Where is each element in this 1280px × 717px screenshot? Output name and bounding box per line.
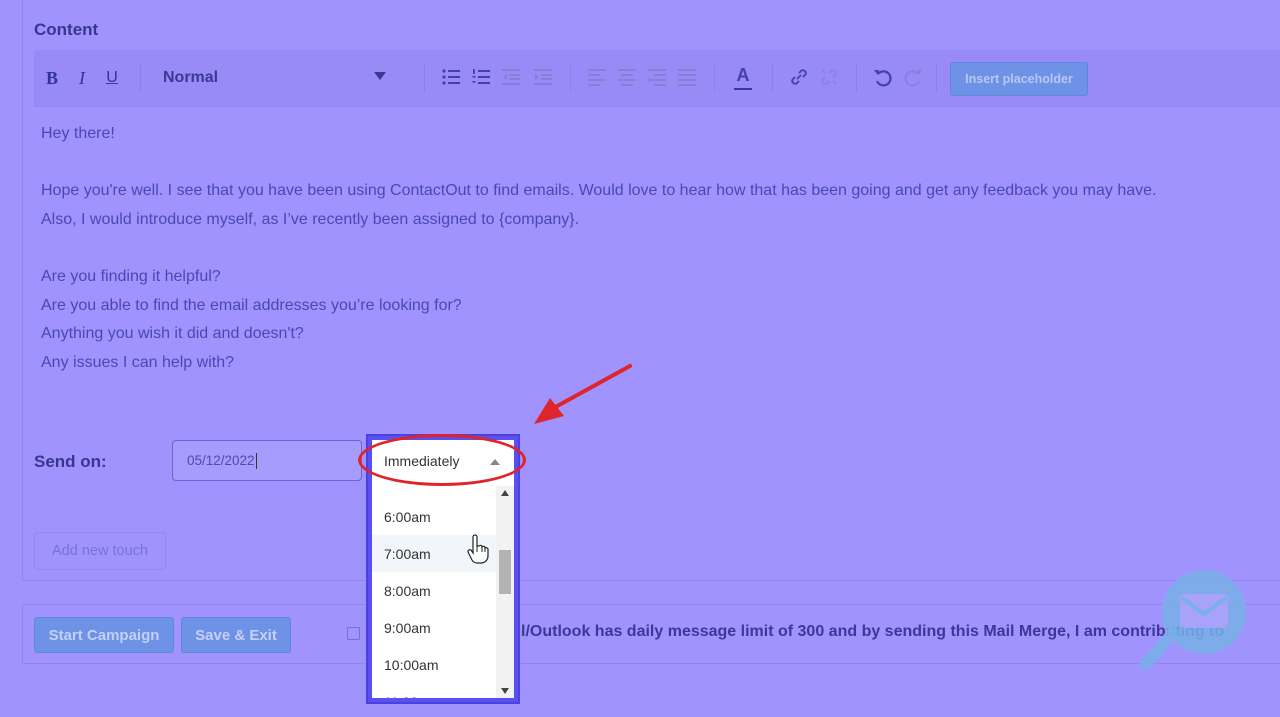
body-line: Hey there!: [41, 125, 115, 142]
send-on-label: Send on:: [34, 452, 107, 471]
text-color-glyph: A: [736, 65, 750, 85]
save-exit-button[interactable]: Save & Exit: [181, 617, 291, 653]
hand-cursor-icon: [467, 534, 489, 564]
limit-consent-checkbox[interactable]: [347, 627, 360, 640]
time-list-scrollbar[interactable]: [496, 486, 514, 698]
format-select-value: Normal: [163, 69, 219, 86]
toolbar-divider: [140, 64, 141, 92]
numbered-list-icon[interactable]: [470, 66, 492, 88]
body-line: Any issues I can help with?: [41, 353, 234, 371]
time-option[interactable]: 11:00am: [372, 683, 496, 699]
toolbar-divider: [714, 64, 715, 92]
time-option[interactable]: 8:00am: [372, 572, 496, 609]
limit-notice: Gmail/Outlook has daily message limit of…: [481, 623, 1225, 640]
bullet-list-icon[interactable]: [440, 66, 462, 88]
body-line: Are you finding it helpful?: [41, 267, 221, 285]
time-options-list: 6:00am 7:00am 8:00am 9:00am 10:00am 11:0…: [372, 486, 496, 698]
outdent-icon[interactable]: [500, 66, 522, 88]
start-campaign-button[interactable]: Start Campaign: [34, 617, 174, 653]
editor-toolbar: B I U Normal A Insert placeholder: [34, 50, 1280, 107]
annotation-arrow-icon: [534, 364, 632, 424]
scroll-up-icon[interactable]: [501, 490, 509, 496]
redo-icon[interactable]: [902, 66, 924, 88]
insert-placeholder-button[interactable]: Insert placeholder: [950, 62, 1088, 96]
bold-button[interactable]: B: [42, 50, 62, 106]
indent-icon[interactable]: [532, 66, 554, 88]
align-left-icon[interactable]: [586, 66, 608, 88]
underline-button[interactable]: U: [102, 50, 122, 106]
add-new-touch-button[interactable]: Add new touch: [34, 532, 166, 570]
text-color-icon[interactable]: A: [732, 64, 754, 92]
send-date-input[interactable]: 05/12/2022: [172, 440, 362, 481]
align-center-icon[interactable]: [616, 66, 638, 88]
body-line: Are you able to find the email addresses…: [41, 296, 462, 314]
chevron-down-icon: [374, 72, 386, 80]
format-select[interactable]: Normal: [152, 50, 392, 106]
toolbar-divider: [936, 64, 937, 92]
text-color-bar: [734, 88, 752, 90]
align-right-icon[interactable]: [646, 66, 668, 88]
time-option[interactable]: 10:00am: [372, 646, 496, 683]
align-justify-icon[interactable]: [676, 66, 698, 88]
body-blank-line: [41, 149, 1280, 178]
scrollbar-thumb[interactable]: [499, 550, 511, 594]
body-line: Anything you wish it did and doesn't?: [41, 325, 304, 343]
text-cursor: [255, 452, 257, 469]
annotation-ellipse: [358, 434, 526, 486]
toolbar-divider: [772, 64, 773, 92]
body-line: Hope you're well. I see that you have be…: [41, 182, 1157, 200]
toolbar-divider: [570, 64, 571, 92]
toolbar-divider: [424, 64, 425, 92]
unlink-icon[interactable]: [818, 66, 840, 88]
time-option[interactable]: 6:00am: [372, 498, 496, 535]
time-option[interactable]: 9:00am: [372, 609, 496, 646]
content-label: Content: [34, 20, 99, 39]
toolbar-divider: [856, 64, 857, 92]
email-body-editor[interactable]: Hey there! Hope you're well. I see that …: [41, 120, 1280, 377]
body-line: Also, I would introduce myself, as I’ve …: [41, 210, 580, 228]
undo-icon[interactable]: [872, 66, 894, 88]
mail-search-logo: [1140, 570, 1246, 670]
scroll-down-icon[interactable]: [501, 688, 509, 694]
link-icon[interactable]: [788, 66, 810, 88]
body-blank-line: [41, 234, 1280, 263]
send-date-value: 05/12/2022: [187, 453, 255, 468]
italic-button[interactable]: I: [72, 50, 92, 106]
